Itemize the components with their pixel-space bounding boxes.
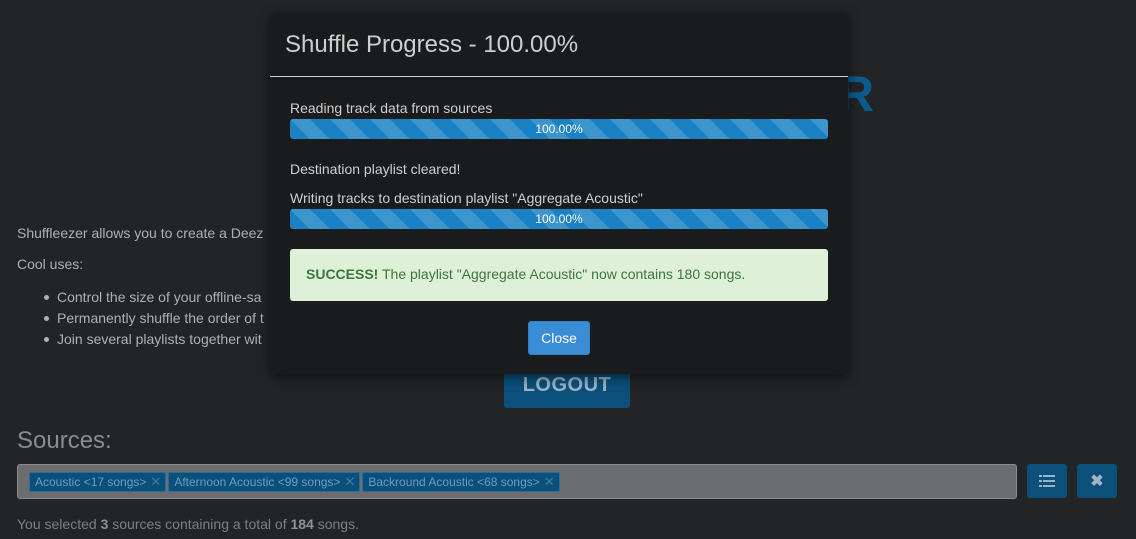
list-item: Control the size of your offline-sa bbox=[42, 287, 264, 308]
list-item: Join several playlists together wit bbox=[42, 329, 264, 350]
intro-text: Shuffleezer allows you to create a Deez bbox=[17, 225, 264, 241]
clear-sources-button[interactable]: ✖ bbox=[1077, 464, 1117, 498]
list-icon bbox=[1039, 475, 1055, 487]
close-icon: ✖ bbox=[1090, 473, 1104, 490]
source-tag: Backround Acoustic <68 songs> ✕ bbox=[362, 472, 560, 492]
close-button[interactable]: Close bbox=[528, 321, 590, 355]
sources-tag-input[interactable]: Acoustic <17 songs> ✕ Afternoon Acoustic … bbox=[17, 464, 1017, 499]
shuffle-progress-modal: Shuffle Progress - 100.00% Reading track… bbox=[270, 13, 848, 374]
read-progress-bar: 100.00% bbox=[290, 119, 828, 139]
selection-summary: You selected 3 sources containing a tota… bbox=[17, 516, 359, 532]
summary-prefix: You selected bbox=[17, 516, 101, 532]
read-step-label: Reading track data from sources bbox=[290, 100, 493, 116]
remove-tag-icon[interactable]: ✕ bbox=[544, 474, 555, 489]
write-progress: 100.00% bbox=[290, 209, 828, 229]
remove-tag-icon[interactable]: ✕ bbox=[344, 474, 355, 489]
source-tag-label: Backround Acoustic <68 songs> bbox=[368, 475, 540, 489]
success-alert: SUCCESS! The playlist "Aggregate Acousti… bbox=[290, 249, 828, 301]
source-tag: Acoustic <17 songs> ✕ bbox=[29, 472, 167, 492]
list-sources-button[interactable] bbox=[1027, 464, 1067, 498]
song-total: 184 bbox=[290, 516, 314, 532]
modal-body: Reading track data from sources 100.00% … bbox=[270, 77, 848, 355]
uses-list: Control the size of your offline-sa Perm… bbox=[42, 287, 264, 350]
sources-heading: Sources: bbox=[17, 427, 112, 454]
source-tag: Afternoon Acoustic <99 songs> ✕ bbox=[168, 472, 361, 492]
source-tag-label: Afternoon Acoustic <99 songs> bbox=[174, 475, 341, 489]
summary-middle: sources containing a total of bbox=[108, 516, 291, 532]
cool-uses-label: Cool uses: bbox=[17, 256, 84, 272]
modal-footer: Close bbox=[290, 321, 828, 355]
modal-header: Shuffle Progress - 100.00% bbox=[270, 13, 848, 77]
source-tag-label: Acoustic <17 songs> bbox=[35, 475, 147, 489]
remove-tag-icon[interactable]: ✕ bbox=[150, 474, 161, 489]
read-progress: 100.00% bbox=[290, 119, 828, 139]
cleared-status: Destination playlist cleared! bbox=[290, 161, 461, 177]
modal-title: Shuffle Progress - 100.00% bbox=[285, 31, 579, 58]
alert-message: The playlist "Aggregate Acoustic" now co… bbox=[378, 266, 746, 282]
summary-suffix: songs. bbox=[313, 516, 359, 532]
list-item: Permanently shuffle the order of t bbox=[42, 308, 264, 329]
write-step-label: Writing tracks to destination playlist "… bbox=[290, 190, 643, 206]
write-progress-bar: 100.00% bbox=[290, 209, 828, 229]
alert-strong: SUCCESS! bbox=[306, 266, 379, 282]
